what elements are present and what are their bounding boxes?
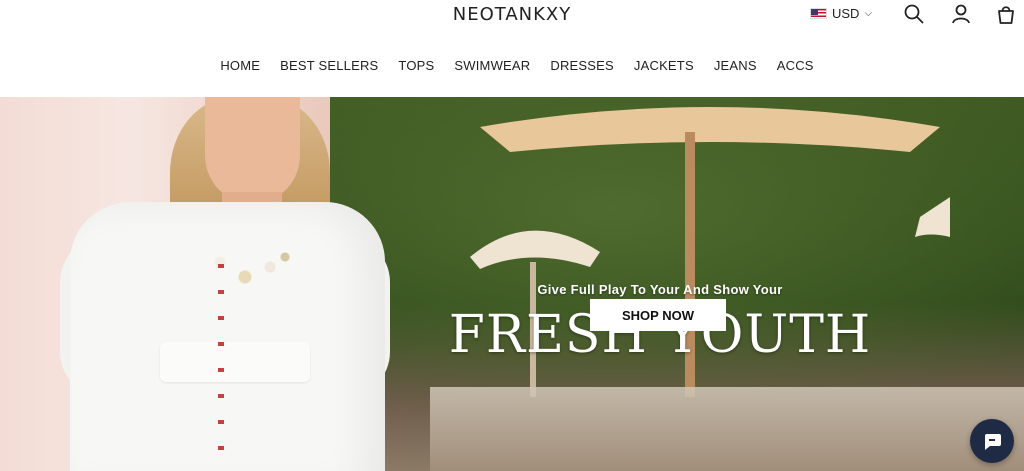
necklace [200, 247, 300, 297]
currency-selector[interactable]: USD ⌵ [810, 6, 872, 21]
cafe-tables-illustration [430, 387, 1024, 471]
chat-icon [985, 434, 1001, 450]
dress-belt [160, 342, 310, 382]
hero-subtitle: Give Full Play To Your And Show Your [537, 282, 783, 297]
nav-jeans[interactable]: JEANS [714, 58, 757, 73]
nav-swimwear[interactable]: SWIMWEAR [454, 58, 530, 73]
nav-jackets[interactable]: JACKETS [634, 58, 694, 73]
chevron-down-icon: ⌵ [864, 8, 873, 19]
white-dress [70, 202, 385, 471]
account-icon[interactable] [950, 3, 972, 25]
logo-text[interactable]: NEOTANKXY [453, 4, 572, 25]
chat-widget-button[interactable] [970, 419, 1014, 463]
us-flag-icon [810, 8, 827, 19]
nav-home[interactable]: HOME [220, 58, 260, 73]
model-face [205, 97, 300, 202]
dress-buttons [218, 242, 224, 471]
currency-label: USD [832, 6, 860, 21]
main-nav: HOME BEST SELLERS TOPS SWIMWEAR DRESSES … [0, 58, 1024, 73]
cart-icon[interactable] [995, 3, 1017, 25]
hero-banner[interactable]: Give Full Play To Your And Show Your FRE… [0, 97, 1024, 471]
nav-dresses[interactable]: DRESSES [550, 58, 614, 73]
nav-accs[interactable]: ACCS [777, 58, 814, 73]
nav-best-sellers[interactable]: BEST SELLERS [280, 58, 378, 73]
nav-tops[interactable]: TOPS [398, 58, 434, 73]
shop-now-button[interactable]: SHOP NOW [590, 299, 726, 331]
search-icon[interactable] [903, 3, 925, 25]
site-header: NEOTANKXY USD ⌵ HOME BEST SELLERS TOPS S… [0, 0, 1024, 97]
